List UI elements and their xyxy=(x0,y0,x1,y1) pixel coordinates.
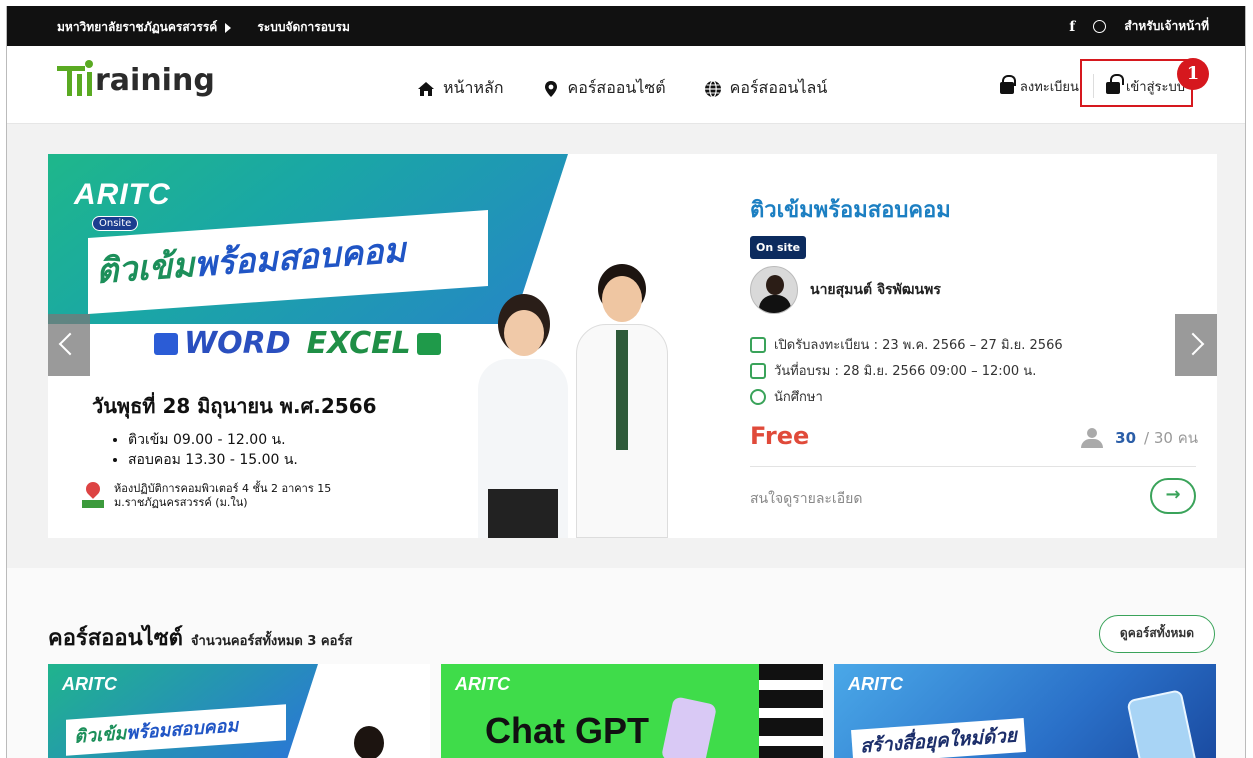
course-banner-image[interactable]: ARITC Onsite ติวเข้มพร้อมสอบคอม WORD EXC… xyxy=(48,154,708,538)
nav-online-courses[interactable]: คอร์สออนไลน์ xyxy=(704,76,828,101)
section-count: จำนวนคอร์สทั้งหมด 3 คอร์ส xyxy=(190,634,353,649)
university-link[interactable]: มหาวิทยาลัยราชภัฏนครสวรรค์ xyxy=(57,18,217,37)
details-label[interactable]: สนใจดูรายละเอียด xyxy=(750,488,862,510)
course-card-title: สร้างสื่อยุคใหม่ด้วย xyxy=(851,718,1027,758)
arrow-right-button[interactable]: → xyxy=(1150,478,1196,514)
dribbble-icon[interactable] xyxy=(1093,20,1107,33)
aritc-logo: ARITC xyxy=(74,178,171,211)
main-nav: หน้าหลัก คอร์สออนไซต์ คอร์สออนไลน์ xyxy=(417,76,827,101)
course-info-panel: ติวเข้มพร้อมสอบคอม On site นายสุมนต์ จิร… xyxy=(750,154,1198,538)
register-label: ลงทะเบียน xyxy=(1019,79,1079,95)
chevron-right-icon xyxy=(1181,332,1205,356)
logo-mark-icon xyxy=(57,60,93,96)
caret-right-icon xyxy=(225,22,232,33)
top-bar: มหาวิทยาลัยราชภัฏนครสวรรค์ ระบบจัดการอบร… xyxy=(7,6,1245,46)
nav-onsite-courses[interactable]: คอร์สออนไซต์ xyxy=(542,76,666,101)
course-card[interactable]: ARITC Chat GPT xyxy=(441,664,823,758)
users-icon xyxy=(1079,428,1107,448)
map-pin-icon xyxy=(544,80,557,97)
course-card[interactable]: ARITC สร้างสื่อยุคใหม่ด้วย xyxy=(834,664,1216,758)
price: Free xyxy=(750,422,810,450)
lock-icon xyxy=(999,75,1016,94)
course-title[interactable]: ติวเข้มพร้อมสอบคอม xyxy=(750,192,951,227)
calendar-icon xyxy=(750,336,766,353)
course-card-title: Chat GPT xyxy=(485,710,650,751)
slider-next-button[interactable] xyxy=(1175,314,1217,376)
banner-word-excel: WORD EXCEL xyxy=(154,326,441,361)
calendar-check-icon xyxy=(750,362,766,379)
aritc-logo: ARITC xyxy=(455,674,510,694)
facebook-icon[interactable]: f xyxy=(1069,19,1075,35)
nav-online-label: คอร์สออนไลน์ xyxy=(729,78,828,97)
aritc-logo: ARITC xyxy=(62,674,117,694)
seat-count: 30/ 30 คน xyxy=(1079,426,1198,450)
user-circle-icon xyxy=(750,388,766,405)
audience: นักศึกษา xyxy=(750,386,823,407)
login-highlight-box xyxy=(1080,59,1193,107)
instructor-name: นายสุมนต์ จิรพัฒนพร xyxy=(810,282,941,298)
section-heading: คอร์สออนไซต์ จำนวนคอร์สทั้งหมด 3 คอร์ส xyxy=(48,620,352,655)
section-title: คอร์สออนไซต์ xyxy=(48,626,183,651)
banner-schedule: ติวเข้ม 09.00 - 12.00 น. สอบคอม 13.30 - … xyxy=(128,430,298,470)
nav-home[interactable]: หน้าหลัก xyxy=(417,76,504,101)
logo-text: raining xyxy=(95,63,215,98)
training-date: วันที่อบรม : 28 มิ.ย. 2566 09:00 – 12:00… xyxy=(750,360,1036,381)
banner-date: วันพุธที่ 28 มิถุนายน พ.ศ.2566 xyxy=(92,394,377,418)
nav-onsite-label: คอร์สออนไซต์ xyxy=(567,78,666,97)
register-period: เปิดรับลงทะเบียน : 23 พ.ค. 2566 – 27 มิ.… xyxy=(750,334,1063,355)
home-icon xyxy=(418,81,434,96)
banner-people-image xyxy=(428,264,708,538)
instructor-avatar xyxy=(750,266,798,314)
site-logo[interactable]: raining xyxy=(57,60,215,96)
staff-link[interactable]: สำหรับเจ้าหน้าที่ xyxy=(1124,17,1209,36)
instructor: นายสุมนต์ จิรพัฒนพร xyxy=(750,266,941,314)
globe-icon xyxy=(704,79,721,98)
system-name-link[interactable]: ระบบจัดการอบรม xyxy=(257,18,350,37)
onsite-badge: On site xyxy=(750,236,807,259)
course-card[interactable]: ARITC ติวเข้มพร้อมสอบคอม xyxy=(48,664,430,758)
word-icon xyxy=(154,332,178,355)
nav-home-label: หน้าหลัก xyxy=(443,78,504,97)
main-header: raining หน้าหลัก คอร์สออนไซต์ คอร์สออนไล… xyxy=(7,46,1245,124)
banner-location: ห้องปฏิบัติการคอมพิวเตอร์ 4 ชั้น 2 อาคาร… xyxy=(82,482,331,510)
onsite-tag: Onsite xyxy=(92,216,139,231)
slider-prev-button[interactable] xyxy=(48,314,90,376)
browser-viewport: มหาวิทยาลัยราชภัฏนครสวรรค์ ระบบจัดการอบร… xyxy=(6,6,1246,758)
featured-course-slider: ARITC Onsite ติวเข้มพร้อมสอบคอม WORD EXC… xyxy=(48,154,1217,538)
see-all-button[interactable]: ดูคอร์สทั้งหมด xyxy=(1099,615,1215,653)
location-pin-icon xyxy=(82,482,104,510)
step-number-badge: 1 xyxy=(1177,58,1209,90)
divider xyxy=(750,466,1196,467)
chevron-left-icon xyxy=(58,332,82,356)
aritc-logo: ARITC xyxy=(848,674,903,694)
